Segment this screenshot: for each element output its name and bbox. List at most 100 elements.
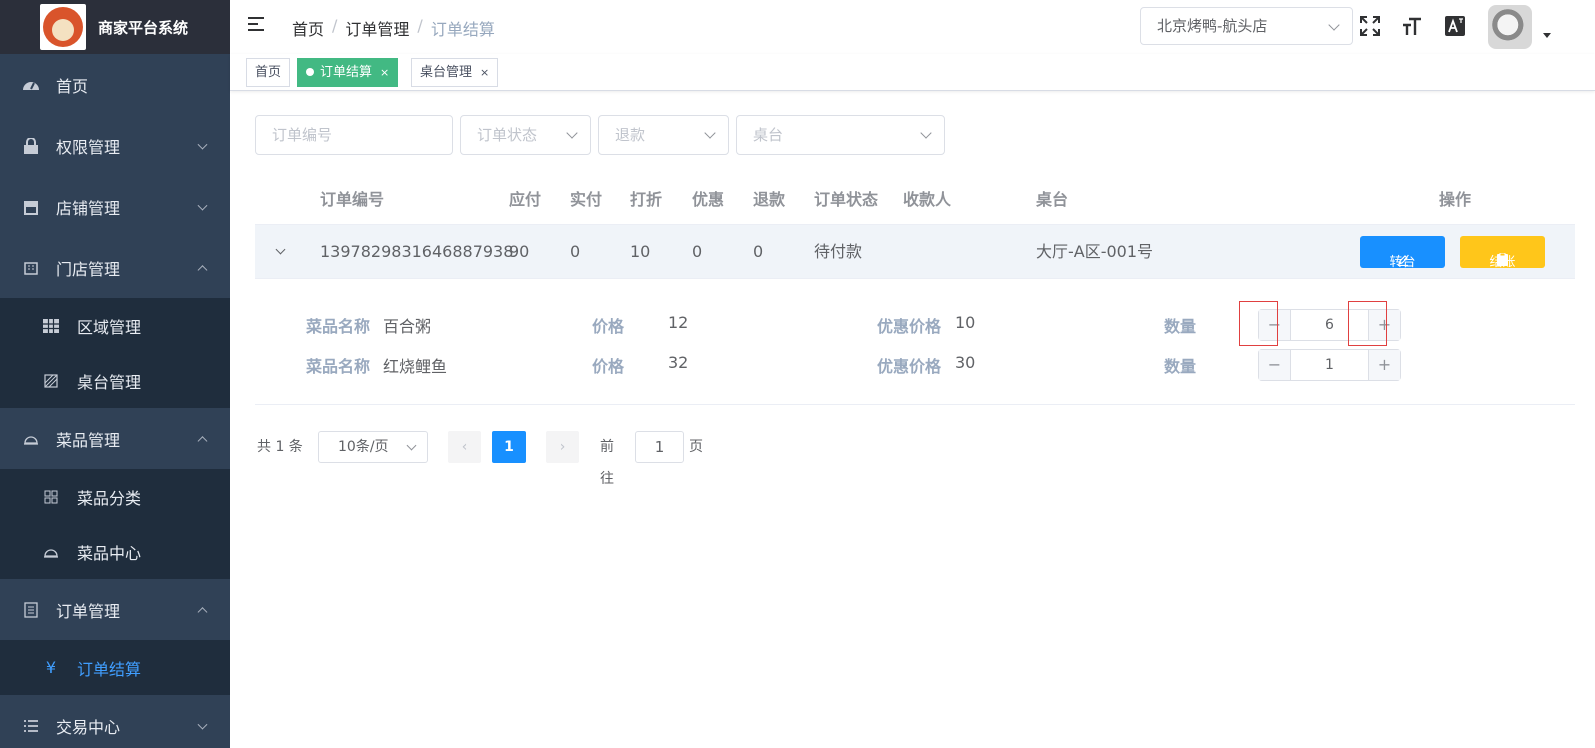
transfer-table-button[interactable]: 转台 [1360, 236, 1445, 270]
cell-payable: 90 [509, 242, 530, 261]
caret-down-icon[interactable] [1543, 33, 1551, 38]
sidebar-item-label: 店铺管理 [56, 198, 121, 218]
top-navbar: 首页 / 订单管理 / 订单结算 北京烤鸭-航头店 [230, 0, 1595, 54]
promo-price-value: 10 [955, 313, 976, 332]
refund-select[interactable]: 退款 [598, 115, 729, 155]
fullscreen-icon[interactable] [1358, 14, 1382, 38]
chevron-down-icon [566, 127, 578, 139]
sidebar-item-label: 权限管理 [56, 137, 121, 157]
chevron-up-icon [197, 435, 208, 446]
breadcrumb-current: 订单结算 [430, 20, 495, 39]
header-table: 桌台 [1036, 190, 1069, 209]
sidebar-item-label: 首页 [56, 76, 89, 96]
sidebar-item-order-settlement[interactable]: ¥ 订单结算 [0, 640, 230, 695]
promo-price-value: 30 [955, 353, 976, 372]
prev-page-button[interactable]: ‹ [448, 431, 481, 463]
minus-icon[interactable]: − [1259, 350, 1291, 380]
sidebar-item-dish-category[interactable]: 菜品分类 [0, 469, 230, 524]
sidebar-item-permissions[interactable]: 权限管理 [0, 115, 230, 176]
chevron-down-icon [1328, 19, 1340, 31]
close-icon[interactable]: × [480, 66, 489, 79]
chevron-down-icon [197, 200, 208, 211]
user-avatar[interactable] [1488, 5, 1532, 49]
table-select[interactable]: 桌台 [736, 115, 945, 155]
sidebar-item-dish-center[interactable]: 菜品中心 [0, 524, 230, 579]
dish-name-value: 红烧鲤鱼 [383, 357, 448, 376]
store-icon [22, 198, 40, 216]
breadcrumb-home[interactable]: 首页 [292, 16, 324, 40]
header-discount: 打折 [630, 190, 663, 209]
cell-table: 大厅-A区-001号 [1036, 242, 1154, 261]
chevron-down-icon [704, 127, 716, 139]
quantity-value[interactable]: 1 [1291, 350, 1368, 380]
store-select-value: 北京烤鸭-航头店 [1157, 17, 1268, 35]
dish-line: 菜品名称 百合粥 价格 12 优惠价格 10 数量 − 6 + [255, 301, 1575, 346]
sidebar-item-dishes[interactable]: 菜品管理 [0, 408, 230, 469]
submenu-orders: ¥ 订单结算 [0, 640, 230, 695]
order-status-select[interactable]: 订单状态 [460, 115, 591, 155]
order-no-input[interactable]: 订单编号 [255, 115, 453, 155]
breadcrumb-orders[interactable]: 订单管理 [345, 16, 409, 40]
store-select[interactable]: 北京烤鸭-航头店 [1140, 7, 1353, 45]
sidebar-item-areas[interactable]: 区域管理 [0, 298, 230, 353]
breadcrumb-separator: / [332, 16, 338, 35]
tag-label: 桌台管理 [420, 65, 473, 80]
language-icon[interactable] [1443, 14, 1467, 38]
quantity-value[interactable]: 6 [1291, 310, 1368, 340]
promo-price-label: 优惠价格 [877, 317, 942, 336]
building-icon [22, 259, 40, 277]
price-label: 价格 [592, 317, 625, 336]
tag-home[interactable]: 首页 [246, 58, 291, 87]
cell-discount: 10 [630, 242, 651, 261]
plus-icon[interactable]: + [1368, 350, 1400, 380]
menu-toggle-icon[interactable] [248, 16, 266, 32]
order-status-placeholder: 订单状态 [477, 126, 538, 144]
cell-refund: 0 [753, 242, 764, 261]
lock-icon [22, 137, 40, 155]
sidebar-item-orders[interactable]: 订单管理 [0, 579, 230, 640]
table-icon [43, 373, 59, 389]
sidebar-item-label: 桌台管理 [77, 372, 142, 392]
sidebar-item-label: 区域管理 [77, 317, 142, 337]
dish-line: 菜品名称 红烧鲤鱼 价格 32 优惠价格 30 数量 − 1 + [255, 349, 1575, 381]
quantity-stepper[interactable]: − 6 + [1258, 309, 1401, 341]
sidebar-item-tables[interactable]: 桌台管理 [0, 353, 230, 408]
page-unit-label: 页 [689, 439, 703, 455]
header-order-no: 订单编号 [320, 190, 385, 209]
logo-area: 商家平台系统 [0, 0, 230, 54]
next-page-button[interactable]: › [546, 431, 579, 463]
minus-icon[interactable]: − [1259, 310, 1291, 340]
close-icon[interactable]: × [380, 66, 389, 79]
pagination-total: 共 1 条 [257, 439, 303, 455]
table-row: 1397829831646887938 90 0 10 0 0 待付款 大厅-A… [255, 224, 1575, 279]
quantity-label: 数量 [1164, 357, 1197, 376]
page-size-select[interactable]: 10条/页 [318, 431, 428, 463]
sidebar-item-label: 订单管理 [56, 601, 121, 621]
table-header: 订单编号 应付 实付 打折 优惠 退款 订单状态 收款人 桌台 操作 [255, 176, 1575, 224]
sidebar-item-transactions[interactable]: 交易中心 [0, 695, 230, 748]
page-number[interactable]: 1 [492, 431, 526, 463]
sidebar-item-label: 菜品分类 [77, 488, 142, 508]
quantity-stepper[interactable]: − 1 + [1258, 349, 1401, 381]
header-promo: 优惠 [692, 190, 725, 209]
goto-page-input[interactable]: 1 [635, 431, 684, 463]
tag-order-settlement[interactable]: 订单结算 × [297, 58, 399, 87]
tag-table-management[interactable]: 桌台管理 × [411, 58, 499, 87]
sidebar-item-label: 交易中心 [56, 717, 121, 737]
active-dot-icon [306, 68, 314, 76]
dish-name-value: 百合粥 [383, 317, 432, 336]
list-icon [22, 717, 40, 735]
order-detail-panel: 菜品名称 百合粥 价格 12 优惠价格 10 数量 − 6 + 菜品名称 红烧鲤… [255, 279, 1575, 405]
sidebar-item-stores[interactable]: 门店管理 [0, 237, 230, 298]
breadcrumb-separator: / [417, 16, 423, 35]
checkout-button[interactable]: 结账 [1460, 236, 1545, 270]
plus-icon[interactable]: + [1368, 310, 1400, 340]
goto-label: 前往 [600, 439, 614, 487]
font-size-icon[interactable] [1400, 14, 1424, 38]
sidebar-item-shop[interactable]: 店铺管理 [0, 176, 230, 237]
chevron-down-icon [197, 719, 208, 730]
submenu-stores: 区域管理 桌台管理 [0, 298, 230, 408]
tag-label: 订单结算 [320, 65, 373, 80]
sidebar-item-home[interactable]: 首页 [0, 54, 230, 115]
expand-chevron-icon[interactable] [275, 244, 286, 255]
